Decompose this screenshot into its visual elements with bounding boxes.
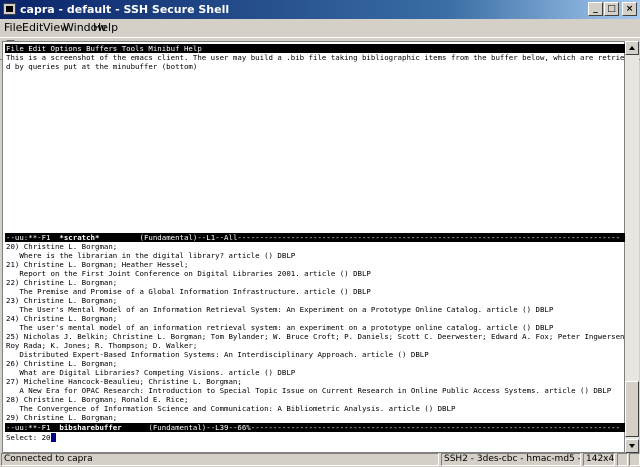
text-cursor — [50, 433, 56, 442]
modeline-mode: (Fundamental)--L1--All------------------… — [99, 233, 621, 242]
buffer-line: Where is the librarian in the digital li… — [6, 251, 296, 260]
buffer-line: Report on the First Joint Conference on … — [6, 269, 371, 278]
buffer-line: 29) Christine L. Borgman; — [6, 413, 118, 422]
buffer-line: What are Digital Libraries? Competing Vi… — [6, 368, 296, 377]
scroll-up-arrow-icon[interactable] — [625, 41, 639, 55]
menu-bar: File Edit View Window Help — [0, 19, 640, 37]
status-indicator — [617, 453, 628, 466]
window-title: capra - default - SSH Secure Shell — [20, 3, 230, 16]
minimize-button[interactable]: _ — [588, 2, 603, 16]
modeline-scratch: --uu:**-F1 *scratch* (Fundamental)--L1--… — [5, 233, 625, 242]
scroll-thumb[interactable] — [625, 381, 639, 437]
modeline-buffer-name: *scratch* — [59, 233, 100, 242]
terminal-area[interactable]: File Edit Options Buffers Tools Minibuf … — [2, 41, 625, 453]
title-bar: capra - default - SSH Secure Shell _ □ × — [0, 0, 640, 19]
buffer-line: A New Era for OPAC Research: Introductio… — [6, 386, 612, 395]
menu-edit[interactable]: Edit — [22, 21, 43, 34]
buffer-line: The Premise and Promise of a Global Info… — [6, 287, 371, 296]
buffer-line: 21) Christine L. Borgman; Heather Hessel… — [6, 260, 189, 269]
buffer-line: 25) Nicholas J. Belkin; Christine L. Bor… — [6, 332, 624, 341]
ssh-app-icon[interactable] — [3, 3, 16, 15]
connection-status: Connected to capra — [1, 453, 439, 466]
intro-line: This is a screenshot of the emacs client… — [6, 53, 624, 62]
intro-line: d by queries put at the minubuffer (bott… — [6, 62, 198, 71]
buffer-line: 23) Christine L. Borgman; — [6, 296, 118, 305]
buffer-line: 27) Micheline Hancock-Beaulieu; Christin… — [6, 377, 242, 386]
minibuffer[interactable]: Select: 20 — [6, 433, 624, 442]
buffer-line: 22) Christine L. Borgman; — [6, 278, 118, 287]
buffer-line: The Convergence of Information Science a… — [6, 404, 456, 413]
modeline-bibsharebuffer: --uu:**-F1 bibsharebuffer (Fundamental)-… — [5, 423, 625, 432]
maximize-button[interactable]: □ — [604, 2, 619, 16]
modeline-buffer-name: bibsharebuffer — [59, 423, 122, 432]
buffer-line: 24) Christine L. Borgman; — [6, 314, 118, 323]
terminal-size: 142x43 — [583, 453, 615, 466]
buffer-line: 26) Christine L. Borgman; — [6, 359, 118, 368]
menu-help[interactable]: Help — [93, 21, 118, 34]
modeline-mode: (Fundamental)--L39--66%-----------------… — [121, 423, 621, 432]
status-indicator — [629, 453, 640, 466]
modeline-status: --uu:**-F1 — [6, 233, 60, 242]
buffer-line: 28) Christine L. Borgman; Ronald E. Rice… — [6, 395, 189, 404]
buffer-line: Distributed Expert-Based Information Sys… — [6, 350, 429, 359]
buffer-line: 20) Christine L. Borgman; — [6, 242, 118, 251]
buffer-line: The User's Mental Model of an Informatio… — [6, 305, 554, 314]
minibuffer-prompt[interactable]: Select: 20 — [6, 433, 51, 442]
modeline-status: --uu:**-F1 — [6, 423, 60, 432]
status-bar: Connected to capra SSH2 - 3des-cbc - hma… — [0, 453, 640, 467]
emacs-menu-bar[interactable]: File Edit Options Buffers Tools Minibuf … — [5, 44, 625, 53]
protocol-status: SSH2 - 3des-cbc - hmac-md5 - none — [441, 453, 581, 466]
scroll-down-arrow-icon[interactable] — [625, 439, 639, 453]
menu-file[interactable]: File — [4, 21, 22, 34]
close-button[interactable]: × — [622, 2, 637, 16]
buffer-line: Roy Rada; K. Jones; R. Thompson; D. Walk… — [6, 341, 198, 350]
buffer-line: The user's mental model of an informatio… — [6, 323, 554, 332]
vertical-scrollbar[interactable] — [625, 41, 639, 453]
